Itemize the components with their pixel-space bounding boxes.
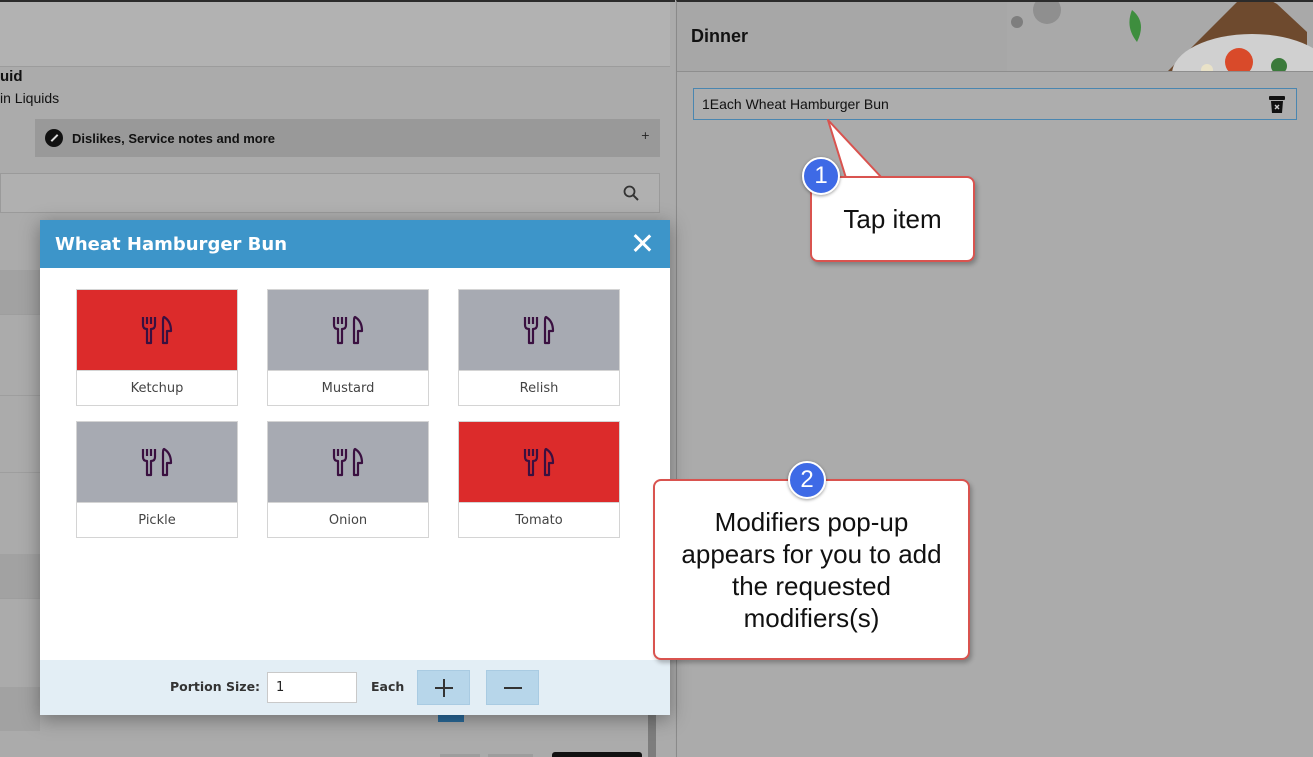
portion-unit-label: Each: [371, 679, 405, 694]
modifier-label: Mustard: [268, 370, 428, 405]
modifier-label: Ketchup: [77, 370, 237, 405]
modifier-tile-relish[interactable]: Relish: [458, 289, 620, 406]
dislikes-bar[interactable]: Dislikes, Service notes and more +: [35, 119, 660, 157]
expand-plus-icon[interactable]: +: [641, 129, 650, 142]
modifier-tile-pickle[interactable]: Pickle: [76, 421, 238, 538]
search-input[interactable]: [0, 173, 660, 213]
portion-size-label: Portion Size:: [170, 679, 261, 694]
callout-text: Tap item: [843, 203, 942, 234]
diet-subtitle: in Liquids: [0, 90, 60, 106]
modifier-tile-image: [459, 290, 619, 370]
modifier-tile-image: [459, 422, 619, 502]
modifier-label: Pickle: [77, 502, 237, 537]
decrease-portion-button[interactable]: [486, 670, 539, 705]
bg-chip: [552, 752, 642, 757]
utensils-icon: [141, 447, 173, 477]
left-header: [0, 2, 670, 67]
trash-icon[interactable]: [1268, 94, 1286, 114]
modifier-label: Relish: [459, 370, 619, 405]
diet-title: uid: [0, 68, 23, 85]
order-item-label: 1Each Wheat Hamburger Bun: [702, 96, 889, 112]
step-badge-1: 1: [802, 157, 840, 195]
minus-icon: [503, 686, 522, 689]
note-icon: [45, 129, 63, 147]
meal-header: Dinner: [677, 2, 1313, 72]
portion-size-input[interactable]: [267, 672, 357, 703]
utensils-icon: [141, 315, 173, 345]
order-item[interactable]: 1Each Wheat Hamburger Bun: [693, 88, 1297, 120]
modal-header: Wheat Hamburger Bun: [40, 220, 670, 268]
modifier-tile-image: [268, 422, 428, 502]
callout-text: Modifiers pop-up appears for you to add …: [681, 506, 942, 633]
modifier-label: Tomato: [459, 502, 619, 537]
increase-portion-button[interactable]: [417, 670, 470, 705]
modifier-tile-image: [268, 290, 428, 370]
utensils-icon: [523, 315, 555, 345]
modal-footer: Portion Size: Each: [40, 660, 670, 715]
modifier-tile-mustard[interactable]: Mustard: [267, 289, 429, 406]
modifier-label: Onion: [268, 502, 428, 537]
modifier-tile-ketchup[interactable]: Ketchup: [76, 289, 238, 406]
utensils-icon: [523, 447, 555, 477]
bg-row-band: [0, 270, 40, 314]
meal-title: Dinner: [691, 26, 749, 46]
modifier-tile-image: [77, 290, 237, 370]
close-icon[interactable]: [632, 233, 652, 253]
modifiers-modal: Wheat Hamburger Bun Ketchup Mustard Reli…: [40, 220, 670, 715]
utensils-icon: [332, 315, 364, 345]
modifier-tile-tomato[interactable]: Tomato: [458, 421, 620, 538]
modifier-tile-onion[interactable]: Onion: [267, 421, 429, 538]
modal-title: Wheat Hamburger Bun: [55, 233, 288, 255]
utensils-icon: [332, 447, 364, 477]
food-banner-image: [1007, 2, 1313, 71]
bg-row-band: [0, 554, 40, 598]
modifier-tile-image: [77, 422, 237, 502]
dislikes-label: Dislikes, Service notes and more: [72, 130, 276, 146]
step-badge-2: 2: [788, 461, 826, 499]
callout-modifiers-popup: Modifiers pop-up appears for you to add …: [653, 479, 970, 660]
search-icon[interactable]: [623, 185, 639, 201]
bg-row-band: [0, 687, 40, 731]
plus-icon: [434, 678, 453, 697]
